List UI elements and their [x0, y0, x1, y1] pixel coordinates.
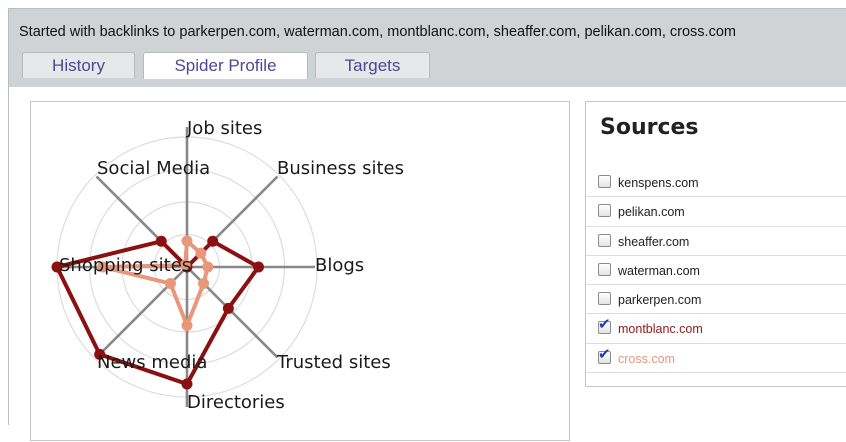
axis-label-shopping-sites: Shopping sites [59, 255, 191, 276]
axis-label-blogs: Blogs [315, 255, 364, 276]
radar-point [207, 235, 219, 247]
source-checkbox[interactable] [598, 204, 611, 218]
source-checkbox[interactable] [598, 175, 611, 188]
radar-point [164, 278, 176, 290]
source-checkbox[interactable] [598, 262, 611, 276]
radar-point [202, 261, 214, 273]
spider-chart-panel: Job sites Business sites Blogs Trusted site… [30, 101, 570, 441]
source-item[interactable]: waterman.com [586, 256, 846, 286]
axis-label-directories: Directories [187, 392, 285, 413]
source-label: kenspens.com [618, 176, 699, 190]
axis-label-news-media: News media [97, 352, 207, 373]
spider-chart: Job sites Business sites Blogs Trusted site… [51, 118, 404, 413]
source-label: montblanc.com [618, 322, 703, 337]
header-status-text: Started with backlinks to parkerpen.com,… [19, 24, 736, 40]
radar-point [253, 261, 264, 273]
tab-spider-profile[interactable]: Spider Profile [143, 52, 308, 79]
source-label: cross.com [618, 351, 675, 366]
sources-list: kenspens.com pelikan.com sheaffer.com water… [586, 168, 846, 374]
source-checkbox[interactable]: ✔ [598, 347, 611, 364]
sources-title: Sources [600, 115, 699, 140]
source-label: sheaffer.com [618, 234, 690, 249]
source-label: parkerpen.com [618, 293, 702, 308]
source-checkbox[interactable] [598, 233, 611, 247]
checkmark-icon: ✔ [598, 345, 611, 363]
source-item[interactable]: ✔ montblanc.com [586, 314, 846, 344]
source-label: waterman.com [618, 263, 700, 278]
checkmark-icon: ✔ [598, 316, 611, 334]
source-item[interactable]: kenspens.com [586, 168, 846, 198]
source-checkbox[interactable]: ✔ [598, 317, 611, 335]
tab-history[interactable]: History [22, 52, 135, 78]
radar-point [181, 378, 193, 390]
radar-point [195, 247, 207, 259]
axis-label-social-media: Social Media [97, 158, 210, 179]
source-item[interactable]: ✔ cross.com [586, 344, 846, 374]
radar-point [222, 302, 234, 314]
radar-point [181, 235, 193, 247]
source-item[interactable]: parkerpen.com [586, 285, 846, 315]
axis-label-job-sites: Job sites [186, 118, 262, 139]
radar-point [155, 235, 167, 247]
tab-targets[interactable]: Targets [315, 52, 430, 78]
source-item[interactable]: pelikan.com [586, 197, 846, 227]
source-label: pelikan.com [618, 205, 685, 220]
axis-label-business-sites: Business sites [277, 158, 404, 179]
source-checkbox[interactable] [598, 292, 611, 306]
radar-point [181, 320, 193, 331]
source-item[interactable]: sheaffer.com [586, 227, 846, 256]
radar-point [198, 278, 210, 290]
content-border [8, 86, 9, 425]
sources-panel: Sources kenspens.com pelikan.com sheaffer.… [585, 101, 846, 387]
axis-label-trusted-sites: Trusted sites [276, 352, 391, 373]
